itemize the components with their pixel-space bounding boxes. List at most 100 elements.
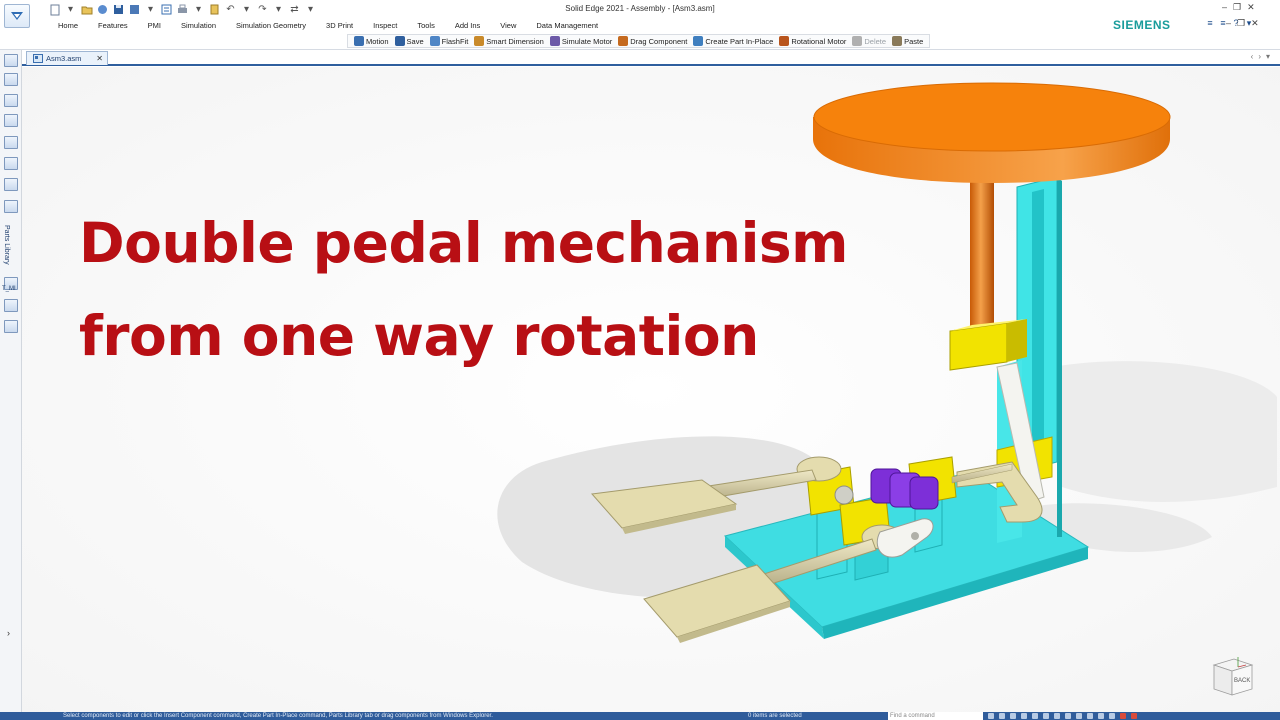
- view-cube-label: BACK: [1234, 678, 1250, 684]
- family-icon[interactable]: [4, 299, 18, 312]
- command-label: Delete: [864, 36, 887, 46]
- fit-icon[interactable]: [1010, 713, 1016, 719]
- zoom-area-icon[interactable]: [988, 713, 994, 719]
- flashfit-button[interactable]: FlashFit: [427, 36, 472, 46]
- assembly-file-icon: [33, 54, 43, 63]
- layers-icon[interactable]: [4, 114, 18, 127]
- command-finder-input[interactable]: Find a command: [888, 712, 983, 720]
- close-icon[interactable]: ✕: [1247, 2, 1255, 13]
- tab-simulation[interactable]: Simulation: [171, 20, 226, 32]
- drag-component-button[interactable]: Drag Component: [615, 36, 690, 46]
- rotational-motor-button[interactable]: Rotational Motor: [776, 36, 849, 46]
- lighting-icon[interactable]: [1109, 713, 1115, 719]
- command-label: Motion: [366, 36, 389, 46]
- close-tab-icon[interactable]: ✕: [96, 54, 103, 63]
- select-tools-icon[interactable]: [4, 94, 18, 107]
- tab-tools[interactable]: Tools: [407, 20, 445, 32]
- tab-add-ins[interactable]: Add Ins: [445, 20, 490, 32]
- expand-panel-icon[interactable]: ›: [7, 628, 10, 638]
- paste-icon: [892, 36, 903, 46]
- section-icon[interactable]: [1087, 713, 1093, 719]
- doc-restore-icon[interactable]: ❐: [1237, 18, 1245, 29]
- flashfit-icon: [429, 36, 440, 46]
- command-label: Create Part In-Place: [705, 36, 774, 46]
- headline-line-2: from one way rotation: [79, 304, 759, 368]
- view-style-icon[interactable]: [1076, 713, 1082, 719]
- zoom-icon[interactable]: [999, 713, 1005, 719]
- tab-3d-print[interactable]: 3D Print: [316, 20, 363, 32]
- camera-icon[interactable]: [1098, 713, 1104, 719]
- parts-library-icon[interactable]: [4, 200, 18, 213]
- command-label: Save: [406, 36, 424, 46]
- tab-pmi[interactable]: PMI: [138, 20, 171, 32]
- help-panel-icon[interactable]: [4, 73, 18, 86]
- save-button[interactable]: Save: [392, 36, 427, 46]
- frame-shadow: [1052, 361, 1277, 502]
- command-label: Smart Dimension: [486, 36, 544, 46]
- crank-link-pin: [911, 532, 919, 540]
- restore-icon[interactable]: ❐: [1233, 2, 1241, 13]
- command-label: Rotational Motor: [791, 36, 847, 46]
- tab-home[interactable]: Home: [48, 20, 88, 32]
- document-tab-label: Asm3.asm: [46, 54, 82, 63]
- tab-simulation-geometry[interactable]: Simulation Geometry: [226, 20, 316, 32]
- doc-close-icon[interactable]: ✕: [1251, 18, 1259, 29]
- motion-button[interactable]: Motion: [351, 36, 392, 46]
- display-style-icon[interactable]: [1065, 713, 1071, 719]
- ribbon: ▾ ▾ ▾ ↶ ▾ ↷ ▾ ⇄ ▾ Solid Edge 2021 - Asse…: [0, 0, 1280, 50]
- tab-scroll-right-icon[interactable]: ›: [1258, 52, 1261, 61]
- seat-disc: [813, 82, 1171, 152]
- simulate-motor-icon: [549, 36, 560, 46]
- save-icon: [394, 36, 405, 46]
- document-tab-row: Asm3.asm ✕ ‹ › ▾: [22, 50, 1280, 66]
- tab-navigation: ‹ › ▾: [1251, 52, 1270, 61]
- tab-view[interactable]: View: [490, 20, 526, 32]
- tab-features[interactable]: Features: [88, 20, 138, 32]
- command-bar: Motion Save FlashFit Smart Dimension Simulat…: [347, 34, 931, 48]
- delete-icon: [852, 36, 863, 46]
- simulate-motor-button[interactable]: Simulate Motor: [547, 36, 615, 46]
- crank-pin: [834, 485, 854, 505]
- status-bar: Select components to edit or click the I…: [0, 712, 1280, 720]
- shading-icon[interactable]: [1054, 713, 1060, 719]
- rotate-icon[interactable]: [1032, 713, 1038, 719]
- delete-button[interactable]: Delete: [849, 36, 889, 46]
- view-cube[interactable]: BACK: [1210, 653, 1256, 699]
- list-icon[interactable]: ≡: [1205, 18, 1215, 28]
- pan-icon[interactable]: [1021, 713, 1027, 719]
- frame-post-slot: [1032, 189, 1044, 451]
- paste-button[interactable]: Paste: [889, 36, 926, 46]
- document-tab-asm3[interactable]: Asm3.asm ✕: [26, 51, 108, 65]
- graphics-viewport[interactable]: Double pedal mechanism from one way rota…: [22, 67, 1280, 712]
- sensors-icon[interactable]: [4, 178, 18, 191]
- pathfinder-icon[interactable]: [4, 54, 18, 67]
- simulation-icon[interactable]: [4, 320, 18, 333]
- tab-data-management[interactable]: Data Management: [526, 20, 608, 32]
- view-orientation-icon[interactable]: [1043, 713, 1049, 719]
- prompt-text: Select components to edit or click the I…: [63, 713, 493, 719]
- tab-list-icon[interactable]: ▾: [1266, 52, 1270, 61]
- tab-inspect[interactable]: Inspect: [363, 20, 407, 32]
- parts-library-tab[interactable]: Parts Library: [3, 225, 10, 265]
- command-label: Simulate Motor: [561, 36, 613, 46]
- doc-minimize-icon[interactable]: –: [1226, 18, 1231, 29]
- solid-edge-window: ▾ ▾ ▾ ↶ ▾ ↷ ▾ ⇄ ▾ Solid Edge 2021 - Asse…: [0, 0, 1280, 720]
- create-part-icon: [693, 36, 704, 46]
- stop-icon[interactable]: [1131, 713, 1137, 719]
- rotational-motor-icon: [779, 36, 790, 46]
- headline-line-1: Double pedal mechanism: [79, 211, 848, 275]
- motion-icon: [354, 36, 364, 46]
- document-window-controls: – ❐ ✕: [1226, 18, 1259, 29]
- frame-post-side: [1057, 177, 1062, 537]
- record-icon[interactable]: [1120, 713, 1126, 719]
- create-part-in-place-button[interactable]: Create Part In-Place: [690, 36, 776, 46]
- assembly-model-3d: [22, 67, 1280, 712]
- command-label: Drag Component: [630, 36, 688, 46]
- appearance-icon[interactable]: [4, 136, 18, 149]
- relationships-icon[interactable]: [4, 157, 18, 170]
- tab-scroll-left-icon[interactable]: ‹: [1251, 52, 1254, 61]
- smart-dimension-button[interactable]: Smart Dimension: [471, 36, 547, 46]
- slider-block-side: [1007, 319, 1027, 362]
- minimize-icon[interactable]: –: [1222, 2, 1227, 13]
- video-title-overlay: Double pedal mechanism from one way rota…: [79, 197, 848, 383]
